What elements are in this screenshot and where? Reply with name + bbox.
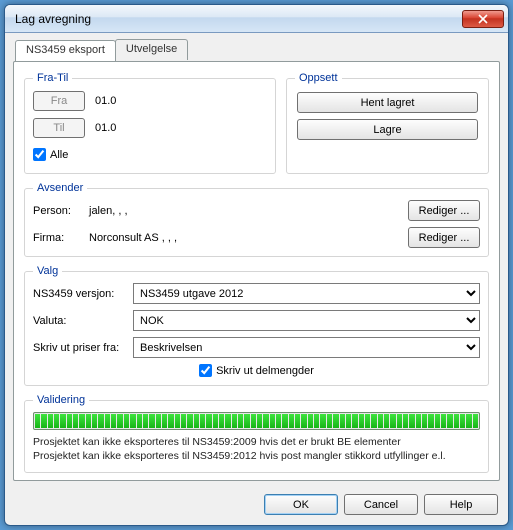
rediger-firma-button[interactable]: Rediger ... (408, 227, 480, 248)
til-button: Til (33, 118, 85, 138)
window-title: Lag avregning (15, 12, 462, 26)
valg-legend: Valg (33, 265, 62, 277)
priser-label: Skriv ut priser fra: (33, 342, 133, 354)
fra-til-group: Fra-Til Fra 01.0 Til 01.0 Alle (24, 72, 276, 174)
help-button[interactable]: Help (424, 494, 498, 515)
alle-label: Alle (50, 149, 68, 161)
validering-msg-1: Prosjektet kan ikke eksporteres til NS34… (33, 436, 480, 448)
valuta-select[interactable]: NOK (133, 310, 480, 331)
validering-progress (33, 412, 480, 430)
til-value: 01.0 (95, 122, 116, 134)
tabstrip: NS3459 eksport Utvelgelse (15, 39, 500, 60)
firma-value: Norconsult AS , , , (89, 232, 408, 244)
dialog-buttons: OK Cancel Help (264, 494, 498, 515)
fra-value: 01.0 (95, 95, 116, 107)
titlebar: Lag avregning (5, 5, 508, 33)
delmengder-checkbox[interactable] (199, 364, 212, 377)
valg-group: Valg NS3459 versjon: NS3459 utgave 2012 … (24, 265, 489, 386)
firma-label: Firma: (33, 232, 89, 244)
tab-utvelgelse[interactable]: Utvelgelse (115, 39, 188, 60)
fra-button: Fra (33, 91, 85, 111)
valuta-label: Valuta: (33, 315, 133, 327)
ok-button[interactable]: OK (264, 494, 338, 515)
versjon-select[interactable]: NS3459 utgave 2012 (133, 283, 480, 304)
person-label: Person: (33, 205, 89, 217)
lagre-button[interactable]: Lagre (297, 119, 478, 140)
oppsett-legend: Oppsett (295, 72, 342, 84)
delmengder-label: Skriv ut delmengder (216, 365, 314, 377)
avsender-legend: Avsender (33, 182, 87, 194)
priser-select[interactable]: Beskrivelsen (133, 337, 480, 358)
tab-ns3459-eksport[interactable]: NS3459 eksport (15, 40, 116, 61)
validering-msg-2: Prosjektet kan ikke eksporteres til NS34… (33, 450, 480, 462)
validering-legend: Validering (33, 394, 89, 406)
fra-til-legend: Fra-Til (33, 72, 72, 84)
person-value: jalen, , , (89, 205, 408, 217)
validering-group: Validering Prosjektet kan ikke eksporter… (24, 394, 489, 473)
versjon-label: NS3459 versjon: (33, 288, 133, 300)
avsender-group: Avsender Person: jalen, , , Rediger ... … (24, 182, 489, 257)
close-icon (478, 14, 488, 24)
oppsett-group: Oppsett Hent lagret Lagre (286, 72, 489, 174)
cancel-button[interactable]: Cancel (344, 494, 418, 515)
rediger-person-button[interactable]: Rediger ... (408, 200, 480, 221)
tabpage-ns3459: Fra-Til Fra 01.0 Til 01.0 Alle (13, 61, 500, 481)
alle-checkbox[interactable] (33, 148, 46, 161)
hent-lagret-button[interactable]: Hent lagret (297, 92, 478, 113)
close-button[interactable] (462, 10, 504, 28)
client-area: NS3459 eksport Utvelgelse Fra-Til Fra 01… (13, 39, 500, 517)
dialog-window: Lag avregning NS3459 eksport Utvelgelse … (4, 4, 509, 526)
